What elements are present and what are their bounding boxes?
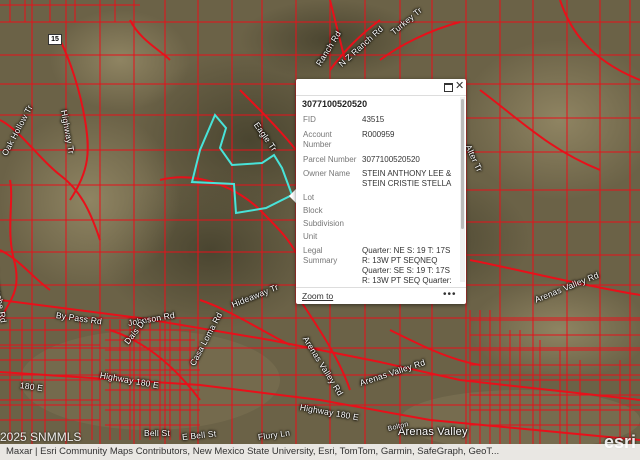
map-attribution: Maxar | Esri Community Maps Contributors… [0,444,640,460]
field-label: Owner Name [303,169,351,178]
field-value: STEIN ANTHONY LEE & STEIN CRISTIE STELLA [362,169,452,188]
field-value: 3077100520520 [362,155,420,164]
field-label: Account Number [303,130,332,149]
mls-watermark: 2025 SNMMLS [0,430,82,444]
popup-header: ✕ [296,79,466,96]
field-label: Lot [303,193,315,202]
popup-fields: FID 43515 Account Number R000959 Parcel Nu… [296,115,460,285]
close-icon[interactable]: ✕ [455,80,464,92]
field-label: Block [303,206,323,215]
more-actions-button[interactable]: ••• [443,289,457,300]
popup-footer: Zoom to ••• [296,287,466,305]
popup-title: 3077100520520 [302,99,368,109]
field-label: Parcel Number [303,155,357,164]
zoom-to-link[interactable]: Zoom to [302,291,333,301]
field-label: FID [303,115,316,124]
dock-window-icon[interactable] [444,83,453,92]
field-value: R000959 [362,130,395,139]
field-label: Unit [303,232,318,241]
parcel-popup: ✕ 3077100520520 FID 43515 Account Number R… [296,79,466,304]
field-value: Quarter: NE S: 19 T: 17S R: 13W PT SEQNE… [362,246,452,285]
popup-scroll-thumb[interactable] [461,99,464,229]
field-label: Legal Summary [303,246,338,265]
highway-shield: 15 [48,34,62,45]
field-value: 43515 [362,115,385,124]
field-label: Subdivision [303,219,344,228]
